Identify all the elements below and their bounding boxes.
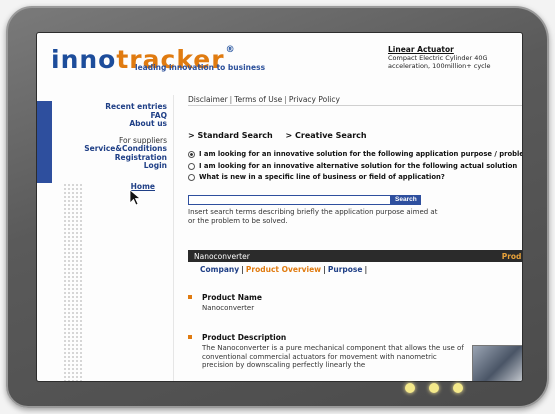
product-name-field: Product Name Nanoconverter bbox=[188, 293, 518, 313]
radio-unselected[interactable] bbox=[188, 162, 195, 170]
ad-title[interactable]: Linear Actuator bbox=[388, 46, 522, 54]
search-options: I am looking for an innovative solution … bbox=[188, 149, 522, 184]
option-whats-new[interactable]: What is new in a specific line of busine… bbox=[188, 172, 522, 184]
product-name-value: Nanoconverter bbox=[202, 304, 255, 312]
product-description-field: Product Description The Nanoconverter is… bbox=[188, 333, 518, 370]
radio-unselected[interactable] bbox=[188, 174, 195, 182]
bullet-icon bbox=[188, 335, 192, 339]
product-name-label: Product Name bbox=[202, 293, 262, 302]
tab-standard-search[interactable]: > Standard Search bbox=[188, 131, 273, 140]
bullet-icon bbox=[188, 295, 192, 299]
site-tagline: leading innovation to business bbox=[135, 63, 266, 72]
ad-line-1: Compact Electric Cylinder 40G bbox=[388, 54, 488, 62]
search-form: Search bbox=[188, 195, 421, 205]
product-image bbox=[472, 345, 522, 381]
radio-selected[interactable] bbox=[188, 151, 195, 159]
led-icon bbox=[429, 383, 439, 393]
section-more-label: Prodi bbox=[501, 251, 523, 261]
status-leds bbox=[405, 383, 463, 393]
sidebar-divider bbox=[173, 95, 174, 381]
privacy-link[interactable]: Privacy Policy bbox=[289, 95, 340, 104]
nav-home[interactable]: Home bbox=[77, 182, 155, 192]
top-links: Disclaimer | Terms of Use | Privacy Policy bbox=[188, 95, 340, 104]
tab-purpose[interactable]: Purpose bbox=[328, 265, 363, 274]
tab-creative-search[interactable]: > Creative Search bbox=[286, 131, 367, 140]
sidebar-nav: Recent entries FAQ About us For supplier… bbox=[77, 102, 167, 192]
tab-company[interactable]: Company bbox=[200, 265, 239, 274]
product-description-value: The Nanoconverter is a pure mechanical c… bbox=[202, 344, 464, 369]
top-divider bbox=[188, 105, 522, 106]
product-subtabs: Company | Product Overview | Purpose | bbox=[200, 265, 368, 274]
led-icon bbox=[405, 383, 415, 393]
led-icon bbox=[453, 383, 463, 393]
search-mode-tabs: > Standard Search > Creative Search bbox=[188, 131, 377, 140]
banner-ad[interactable]: Linear Actuator Compact Electric Cylinde… bbox=[388, 46, 522, 71]
nav-about-us[interactable]: About us bbox=[77, 119, 167, 129]
product-section-bar: Nanoconverter Prodi bbox=[188, 250, 523, 262]
dotted-pattern bbox=[63, 183, 83, 381]
ad-line-2: acceleration, 100million+ cycle bbox=[388, 62, 491, 70]
section-title: Nanoconverter bbox=[194, 251, 250, 261]
mouse-pointer-icon bbox=[129, 189, 142, 206]
search-button[interactable]: Search bbox=[391, 195, 421, 205]
option-solution-purpose[interactable]: I am looking for an innovative solution … bbox=[188, 149, 522, 161]
logo-inno: inno bbox=[51, 45, 117, 74]
terms-link[interactable]: Terms of Use bbox=[234, 95, 282, 104]
nav-login[interactable]: Login bbox=[77, 161, 167, 171]
option-alternative-solution[interactable]: I am looking for an innovative alternati… bbox=[188, 161, 522, 173]
disclaimer-link[interactable]: Disclaimer bbox=[188, 95, 228, 104]
search-hint: Insert search terms describing briefly t… bbox=[188, 208, 438, 225]
tab-product-overview[interactable]: Product Overview bbox=[246, 265, 321, 274]
left-accent-bar bbox=[37, 101, 52, 183]
search-input[interactable] bbox=[188, 195, 391, 205]
browser-screen: innotracker® leading innovation to busin… bbox=[36, 32, 523, 382]
logo-registered-mark: ® bbox=[225, 45, 236, 55]
product-description-label: Product Description bbox=[202, 333, 287, 342]
